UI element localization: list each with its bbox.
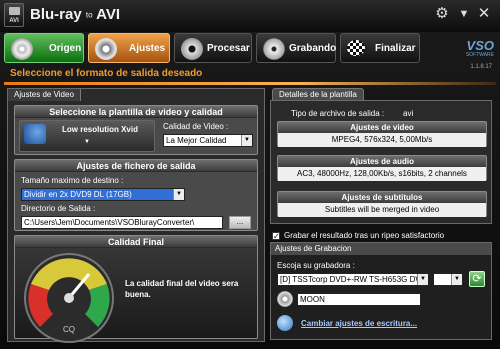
tab-video-settings[interactable]: Ajustes de Video (8, 89, 81, 101)
nav-ajustes-button[interactable]: Ajustes (88, 33, 170, 63)
change-write-settings-link[interactable]: Cambiar ajustes de escritura... (301, 319, 417, 328)
app-title-connector: to (85, 10, 93, 20)
app-icon-text: AVI (9, 18, 19, 24)
writer-label: Escoja su grabadora : (277, 261, 355, 270)
app-title-tail: AVI (96, 6, 121, 23)
recording-settings-panel: Ajustes de Grabacion Escoja su grabadora… (270, 242, 492, 340)
burn-icon (263, 38, 285, 60)
app-title: Blu-ray to AVI (30, 6, 120, 23)
output-type-value: avi (403, 109, 414, 118)
subtitle-settings-value: Subtitles will be merged in video (278, 203, 486, 217)
video-settings-value: MPEG4, 576x324, 5,00Mb/s (278, 133, 486, 147)
quality-gauge: CQ (24, 253, 114, 343)
wizard-nav: Origen Ajustes Procesar Grabando Finaliz… (4, 33, 420, 63)
nav-procesar-button[interactable]: Procesar (174, 33, 252, 63)
nav-origen-button[interactable]: Origen (4, 33, 84, 63)
quality-select[interactable]: La Mejor Calidad ▼ (163, 134, 253, 147)
final-quality-header: Calidad Final (15, 236, 257, 248)
process-icon (181, 38, 203, 60)
subtitle-settings-box: Ajustes de subtitulos Subtitles will be … (277, 191, 487, 217)
output-dir-input[interactable]: C:\Users\Jem\Documents\VSOBlurayConverte… (21, 216, 223, 229)
version-label: 1.1.8.17 (470, 64, 492, 70)
refresh-button[interactable]: ⟳ (469, 271, 485, 287)
audio-settings-box: Ajustes de audio AC3, 48000Hz, 128,00Kb/… (277, 155, 487, 181)
video-settings-box: Ajustes de video MPEG4, 576x324, 5,00Mb/… (277, 121, 487, 147)
disc-icon (11, 38, 33, 60)
nav-grabando-button[interactable]: Grabando (256, 33, 336, 63)
minimize-icon[interactable]: ▼ (456, 6, 472, 22)
recording-settings-header: Ajustes de Grabacion (271, 243, 491, 255)
close-icon[interactable]: ✕ (476, 6, 492, 22)
page-subtitle: Seleccione el formato de salida deseado (10, 68, 203, 79)
gear-icon[interactable]: ⚙ (434, 6, 450, 22)
chevron-down-icon: ▼ (84, 139, 90, 145)
final-quality-box: Calidad Final CQ La calidad final del vi… (14, 235, 258, 343)
vso-logo: VSO SOFTWARE 1.1.8.17 (430, 36, 494, 80)
writer-select[interactable]: [D] TSSTcorp DVD+-RW TS-H653G DW10 (Ide)… (277, 273, 429, 286)
audio-settings-value: AC3, 48000Hz, 128,00Kb/s, s16bits, 2 cha… (278, 167, 486, 181)
subtitle-settings-header: Ajustes de subtitulos (278, 192, 486, 203)
chevron-down-icon: ▼ (241, 135, 252, 146)
output-file-header: Ajustes de fichero de salida (15, 160, 257, 172)
vso-logo-sub: SOFTWARE (465, 52, 494, 58)
output-type-label: Tipo de archivo de salida : (291, 109, 385, 118)
disc-icon (277, 291, 293, 307)
gauge-label: CQ (63, 325, 75, 334)
template-box-header: Seleccione la plantilla de video y calid… (15, 106, 257, 118)
quality-label: Calidad de Video : (163, 122, 229, 131)
quality-select-value: La Mejor Calidad (166, 136, 227, 145)
tab-template-details[interactable]: Detalles de la plantilla (272, 88, 364, 100)
nav-ajustes-label: Ajustes (129, 43, 166, 54)
quality-text: La calidad final del video sera buena. (125, 279, 239, 299)
writer-select-value: [D] TSSTcorp DVD+-RW TS-H653G DW10 (Ide) (280, 275, 428, 284)
chevron-down-icon: ▼ (173, 189, 184, 200)
size-label: Tamaño maximo de destino : (21, 176, 124, 185)
output-file-box: Ajustes de fichero de salida Tamaño maxi… (14, 159, 258, 231)
gauge-hub (64, 293, 74, 303)
film-icon (24, 124, 46, 144)
burn-after-rip-checkbox[interactable]: ✓ (272, 232, 280, 241)
nav-finalizar-label: Finalizar (375, 43, 416, 54)
output-dir-label: Directorio de Salida : (21, 204, 96, 213)
template-box: Seleccione la plantilla de video y calid… (14, 105, 258, 155)
nav-procesar-label: Procesar (207, 43, 250, 54)
chevron-down-icon: ▼ (417, 274, 428, 285)
nav-finalizar-button[interactable]: Finalizar (340, 33, 420, 63)
template-details-panel: Tipo de archivo de salida : avi Ajustes … (270, 100, 492, 224)
nav-grabando-label: Grabando (289, 43, 337, 54)
app-title-main: Blu-ray (30, 6, 82, 23)
size-select[interactable]: Dividir en 2x DVD9 DL (17GB) ▼ (21, 188, 185, 201)
wrench-icon (277, 315, 293, 331)
vso-logo-text: VSO (466, 38, 494, 53)
audio-settings-header: Ajustes de audio (278, 156, 486, 167)
video-settings-panel: Ajustes de Video Seleccione la plantilla… (7, 88, 265, 343)
profile-selector[interactable]: Low resolution Xvid ▼ (19, 120, 155, 152)
nav-origen-label: Origen (49, 43, 82, 54)
size-select-value: Dividir en 2x DVD9 DL (17GB) (24, 190, 132, 199)
video-settings-header: Ajustes de video (278, 122, 486, 133)
orange-divider (4, 82, 496, 85)
finish-flag-icon (347, 40, 365, 56)
settings-icon (95, 38, 117, 60)
app-icon: AVI (4, 3, 24, 27)
app-window: AVI Blu-ray to AVI ⚙ ▼ ✕ Origen Ajustes … (0, 0, 500, 349)
disc-label-input[interactable]: MOON (297, 293, 421, 306)
speed-select[interactable]: ▼ (433, 273, 463, 286)
profile-name: Low resolution Xvid (61, 125, 138, 134)
burn-after-rip-label: Grabar el resultado tras un ripeo satisf… (284, 231, 445, 240)
browse-button[interactable]: ... (229, 216, 251, 229)
title-bar: AVI Blu-ray to AVI ⚙ ▼ ✕ (0, 0, 500, 32)
chevron-down-icon: ▼ (451, 274, 462, 285)
